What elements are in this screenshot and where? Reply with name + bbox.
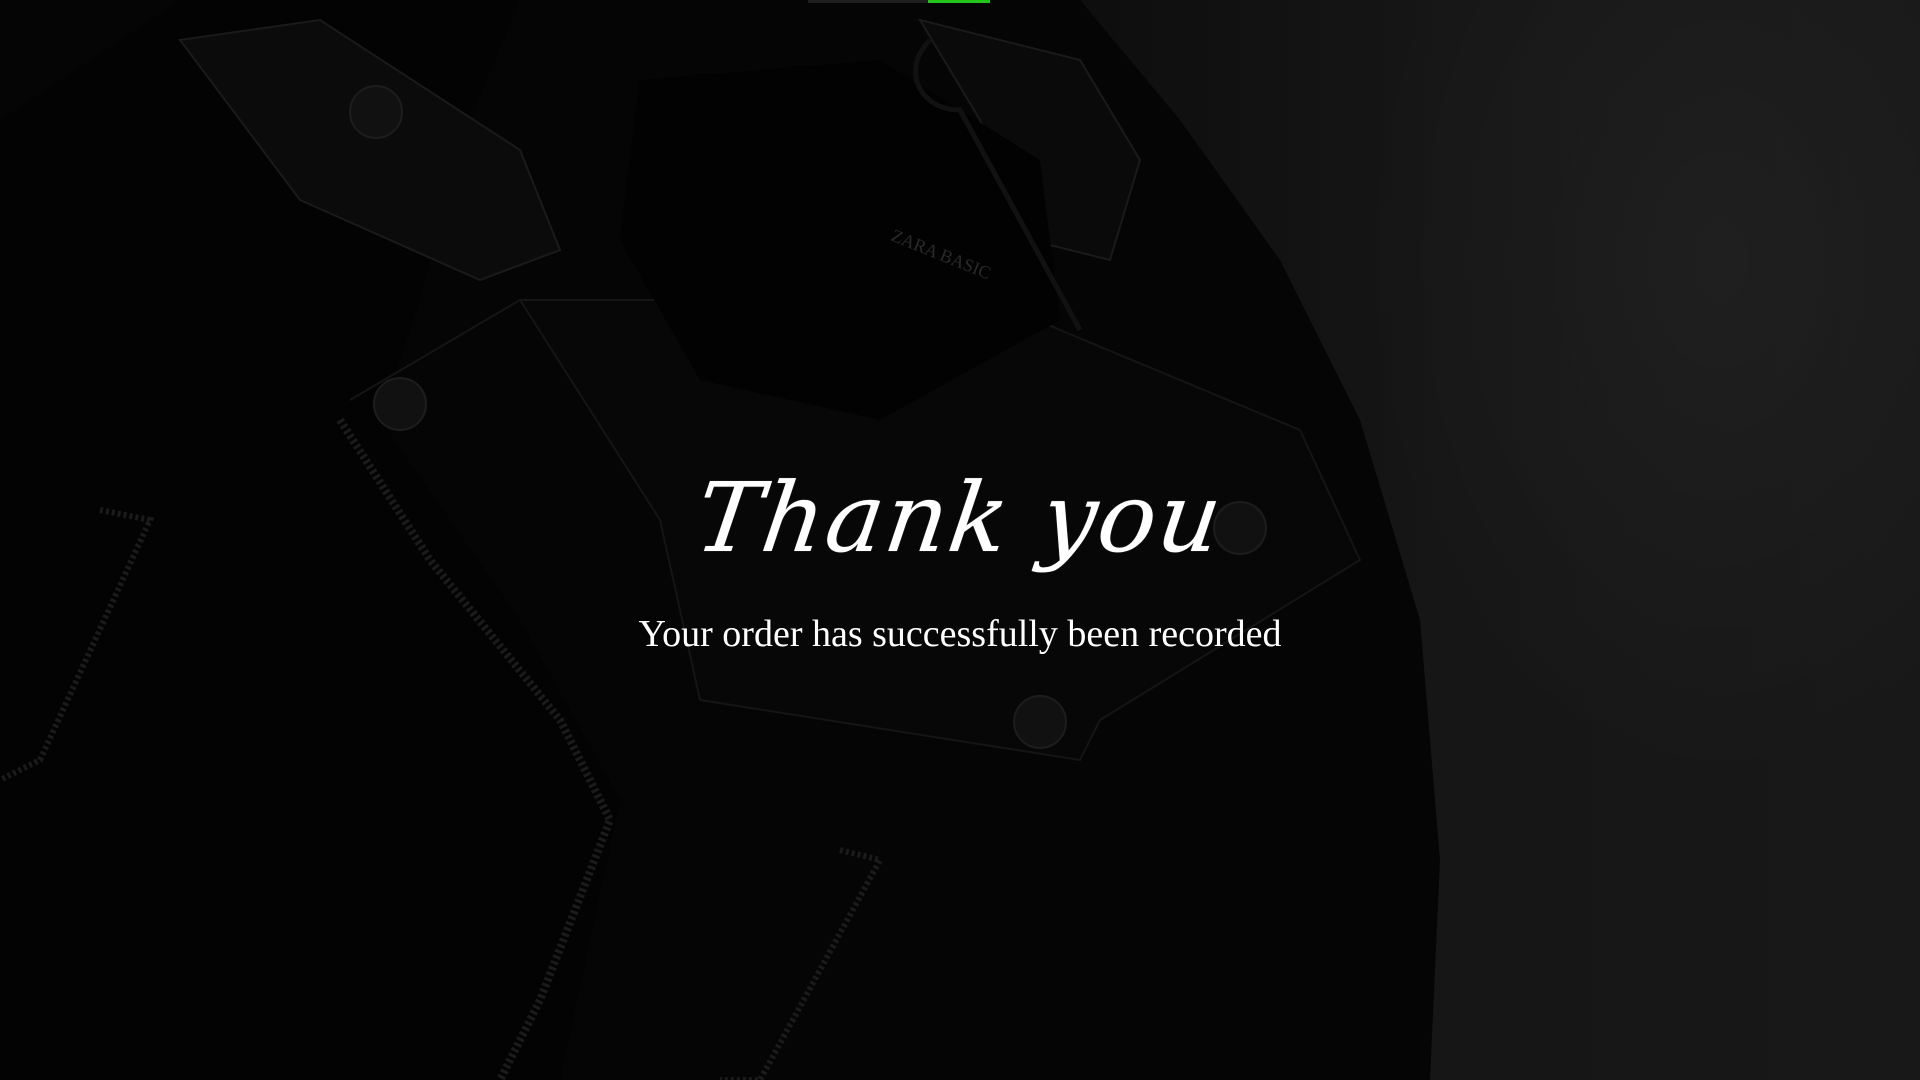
confirmation-message: Thank you Your order has successfully be… xyxy=(0,462,1920,658)
snap-button xyxy=(373,377,427,431)
thank-you-heading: Thank you xyxy=(689,462,1231,574)
thank-you-page: ZARA BASIC Thank you Your order has succ… xyxy=(0,0,1920,1080)
progress-indicator xyxy=(808,0,990,3)
snap-button xyxy=(1013,695,1067,749)
order-recorded-text: Your order has successfully been recorde… xyxy=(638,613,1282,655)
snap-button xyxy=(349,85,403,139)
progress-indicator-fill xyxy=(928,0,990,3)
